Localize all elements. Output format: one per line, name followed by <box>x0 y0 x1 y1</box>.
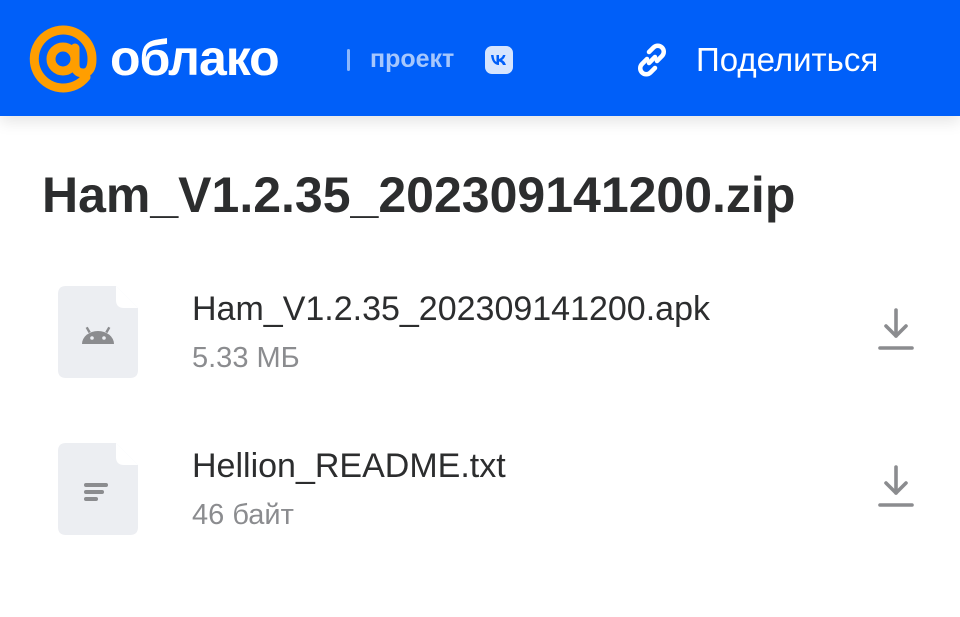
download-icon[interactable] <box>872 461 920 513</box>
text-file-icon <box>58 443 138 535</box>
logo-text: облако <box>110 30 280 86</box>
file-size: 46 байт <box>192 499 294 531</box>
link-icon <box>638 43 666 77</box>
file-size: 5.33 МБ <box>192 342 300 374</box>
download-icon[interactable] <box>872 304 920 356</box>
header-divider <box>347 49 350 71</box>
project-label: проект <box>370 45 455 73</box>
share-label: Поделиться <box>696 41 879 78</box>
header-bar: облако проект Поделиться <box>0 0 960 116</box>
android-file-icon <box>58 286 138 378</box>
file-name[interactable]: Ham_V1.2.35_202309141200.apk <box>192 286 710 332</box>
vk-logo-icon <box>485 46 513 74</box>
file-name[interactable]: Hellion_README.txt <box>192 443 506 489</box>
file-list-item[interactable]: Ham_V1.2.35_202309141200.apk 5.33 МБ <box>0 286 960 396</box>
at-sign-logo-icon <box>29 25 97 93</box>
share-button[interactable]: Поделиться <box>630 36 930 84</box>
file-list-item[interactable]: Hellion_README.txt 46 байт <box>0 443 960 553</box>
archive-title: Ham_V1.2.35_202309141200.zip <box>42 167 796 223</box>
